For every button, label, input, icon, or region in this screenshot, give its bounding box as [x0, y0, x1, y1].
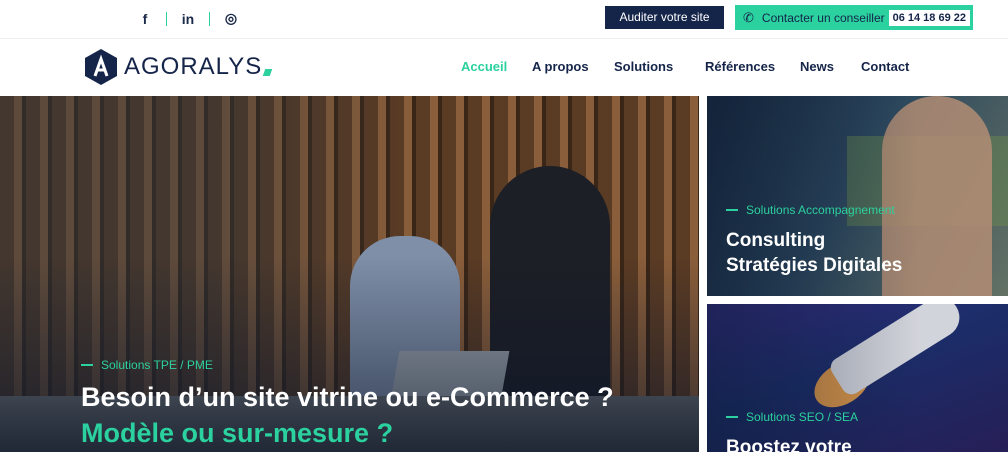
- nav-item-accueil[interactable]: Accueil: [461, 59, 507, 74]
- hero-category[interactable]: Solutions TPE / PME: [81, 358, 213, 372]
- card-category[interactable]: Solutions Accompagnement: [726, 203, 895, 217]
- card-category-label: Solutions SEO / SEA: [746, 410, 859, 424]
- dash-icon: [726, 416, 738, 418]
- dash-icon: [726, 209, 738, 211]
- card-category-label: Solutions Accompagnement: [746, 203, 895, 217]
- card-title-line2[interactable]: Stratégies Digitales: [726, 253, 902, 278]
- main-menu: Accueil A propos Solutions Références Ne…: [0, 59, 1008, 79]
- divider: [166, 11, 167, 26]
- nav-item-solutions[interactable]: Solutions: [614, 59, 673, 74]
- hero-slide[interactable]: Solutions TPE / PME Besoin d’un site vit…: [0, 96, 699, 452]
- phone-number[interactable]: 06 14 18 69 22: [888, 9, 970, 26]
- phone-icon: ✆: [743, 9, 754, 25]
- hero-title[interactable]: Besoin d’un site vitrine ou e-Commerce ?: [81, 382, 614, 413]
- nav-item-contact[interactable]: Contact: [861, 59, 909, 74]
- hero-category-label: Solutions TPE / PME: [101, 358, 213, 372]
- facebook-icon[interactable]: f: [136, 11, 154, 27]
- contact-advisor-label: Contacter un conseiller: [761, 10, 885, 25]
- hero-subtitle[interactable]: Modèle ou sur-mesure ?: [81, 418, 393, 449]
- audit-site-button[interactable]: Auditer votre site: [605, 6, 724, 29]
- promo-card-seo[interactable]: Solutions SEO / SEA Boostez votre: [707, 304, 1008, 452]
- top-bar: f in ◎ Auditer votre site ✆ Contacter un…: [0, 0, 1008, 39]
- linkedin-icon[interactable]: in: [179, 11, 197, 27]
- card-category[interactable]: Solutions SEO / SEA: [726, 410, 858, 424]
- card-title-line1[interactable]: Consulting: [726, 228, 825, 253]
- contact-advisor-button[interactable]: ✆ Contacter un conseiller 06 14 18 69 22: [735, 5, 973, 30]
- divider: [209, 11, 210, 26]
- nav-item-news[interactable]: News: [800, 59, 834, 74]
- dash-icon: [81, 364, 93, 366]
- main-navbar: AGORALYS Accueil A propos Solutions Réfé…: [0, 39, 1008, 96]
- instagram-icon[interactable]: ◎: [222, 10, 240, 27]
- card-title-line1[interactable]: Boostez votre: [726, 435, 852, 452]
- card-overlay: [707, 304, 1008, 452]
- social-links: f in ◎: [136, 10, 240, 27]
- promo-card-consulting[interactable]: Solutions Accompagnement Consulting Stra…: [707, 96, 1008, 296]
- nav-item-a-propos[interactable]: A propos: [532, 59, 589, 74]
- nav-item-references[interactable]: Références: [705, 59, 775, 74]
